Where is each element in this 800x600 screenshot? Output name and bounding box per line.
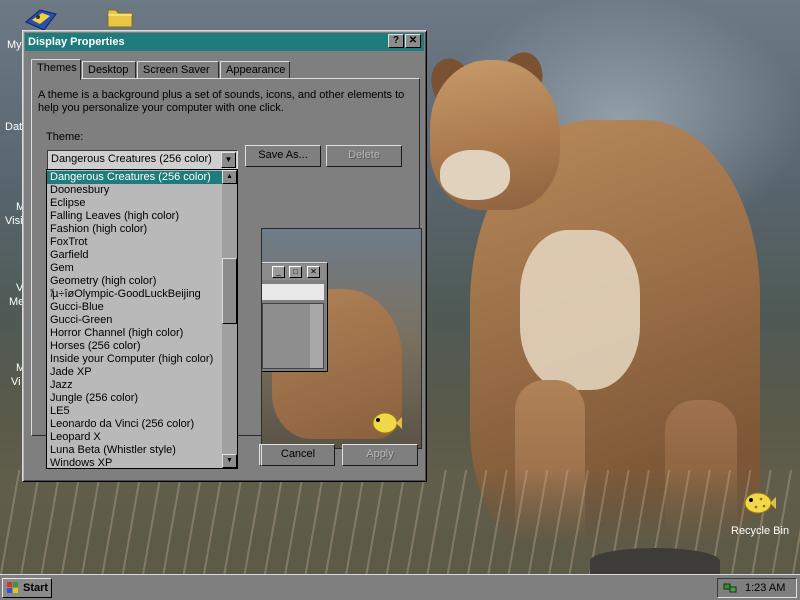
tab-appearance[interactable]: Appearance bbox=[220, 61, 290, 79]
tab-desktop[interactable]: Desktop bbox=[82, 61, 136, 79]
maximize-icon: □ bbox=[289, 266, 302, 278]
desktop-icon-label[interactable]: Visi bbox=[5, 215, 23, 227]
wallpaper-cougar-muzzle bbox=[440, 150, 510, 200]
windows-logo-icon bbox=[7, 582, 18, 593]
theme-option[interactable]: Fashion (high color) bbox=[47, 223, 223, 236]
delete-button[interactable]: Delete bbox=[326, 145, 402, 167]
theme-option[interactable]: Gem bbox=[47, 262, 223, 275]
dialog-titlebar[interactable]: Display Properties bbox=[25, 33, 424, 51]
theme-option[interactable]: Luna Beta (Whistler style) bbox=[47, 444, 223, 457]
desktop-icon-label[interactable]: My bbox=[7, 39, 22, 51]
taskbar: Start 1:23 AM bbox=[0, 574, 800, 600]
theme-option[interactable]: Inside your Computer (high color) bbox=[47, 353, 223, 366]
theme-option[interactable]: ʹ̸µ÷îøOlympic-GoodLuckBeijing bbox=[47, 288, 223, 301]
theme-option[interactable]: Horses (256 color) bbox=[47, 340, 223, 353]
theme-option[interactable]: Leopard X bbox=[47, 431, 223, 444]
chevron-down-icon: ▼ bbox=[224, 155, 233, 164]
theme-select-value: Dangerous Creatures (256 color) bbox=[51, 153, 212, 165]
scrollbar-thumb[interactable] bbox=[222, 258, 237, 324]
theme-preview: _ □ ✕ bbox=[261, 228, 422, 449]
network-icon[interactable] bbox=[723, 582, 737, 594]
pufferfish-icon bbox=[370, 409, 402, 438]
desktop-icon-label[interactable]: Dat bbox=[5, 121, 22, 133]
theme-option[interactable]: Gucci-Blue bbox=[47, 301, 223, 314]
help-button[interactable]: ? bbox=[388, 34, 404, 48]
theme-select[interactable]: Dangerous Creatures (256 color) ▼ bbox=[47, 150, 238, 170]
preview-window-list bbox=[262, 303, 324, 369]
minimize-icon: _ bbox=[272, 266, 285, 278]
start-button[interactable]: Start bbox=[2, 578, 52, 598]
theme-dropdown-list[interactable]: Dangerous Creatures (256 color) Doonesbu… bbox=[46, 169, 238, 469]
preview-scrollbar bbox=[310, 304, 323, 368]
theme-option[interactable]: Geometry (high color) bbox=[47, 275, 223, 288]
dialog-title: Display Properties bbox=[28, 36, 125, 48]
theme-option[interactable]: Jazz bbox=[47, 379, 223, 392]
chevron-up-icon: ▲ bbox=[226, 173, 233, 180]
help-icon: ? bbox=[392, 35, 400, 46]
desktop-icon-label[interactable]: Vi bbox=[11, 376, 21, 388]
folder-icon[interactable] bbox=[107, 5, 133, 29]
close-button[interactable]: ✕ bbox=[405, 34, 421, 48]
theme-option[interactable]: Horror Channel (high color) bbox=[47, 327, 223, 340]
theme-option[interactable]: Gucci-Green bbox=[47, 314, 223, 327]
apply-button[interactable]: Apply bbox=[342, 444, 418, 466]
preview-window: _ □ ✕ bbox=[262, 262, 328, 372]
theme-option[interactable]: Leonardo da Vinci (256 color) bbox=[47, 418, 223, 431]
tab-themes[interactable]: Themes bbox=[31, 59, 81, 80]
chevron-down-icon: ▼ bbox=[226, 457, 233, 464]
recycle-bin-label[interactable]: Recycle Bin bbox=[731, 525, 789, 537]
close-icon: ✕ bbox=[307, 266, 320, 278]
save-as-button[interactable]: Save As... bbox=[245, 145, 321, 167]
cancel-button[interactable]: Cancel bbox=[261, 444, 335, 466]
theme-option[interactable]: Jade XP bbox=[47, 366, 223, 379]
theme-option[interactable]: Windows XP bbox=[47, 457, 223, 468]
theme-option[interactable]: FoxTrot bbox=[47, 236, 223, 249]
theme-option[interactable]: Jungle (256 color) bbox=[47, 392, 223, 405]
theme-option[interactable]: Dangerous Creatures (256 color) bbox=[47, 171, 223, 184]
theme-label: Theme: bbox=[46, 131, 84, 143]
theme-description: A theme is a background plus a set of so… bbox=[38, 89, 405, 114]
clock[interactable]: 1:23 AM bbox=[745, 582, 785, 594]
scroll-up-button[interactable]: ▲ bbox=[222, 170, 237, 184]
wallpaper-cougar-chest bbox=[520, 230, 640, 390]
recycle-bin-icon[interactable] bbox=[742, 488, 776, 516]
theme-option[interactable]: Garfield bbox=[47, 249, 223, 262]
tab-screen-saver[interactable]: Screen Saver bbox=[137, 61, 219, 79]
system-tray: 1:23 AM bbox=[717, 578, 797, 598]
dropdown-arrow-button[interactable]: ▼ bbox=[221, 152, 236, 168]
preview-window-menu bbox=[262, 284, 324, 300]
close-icon: ✕ bbox=[408, 35, 418, 46]
theme-option[interactable]: Doonesbury bbox=[47, 184, 223, 197]
wallpaper-rock bbox=[590, 548, 720, 574]
dropdown-scrollbar[interactable]: ▲ ▼ bbox=[222, 170, 237, 468]
start-label: Start bbox=[23, 582, 49, 594]
theme-option[interactable]: Falling Leaves (high color) bbox=[47, 210, 223, 223]
theme-option[interactable]: Eclipse bbox=[47, 197, 223, 210]
theme-option[interactable]: LE5 bbox=[47, 405, 223, 418]
scroll-down-button[interactable]: ▼ bbox=[222, 454, 237, 468]
